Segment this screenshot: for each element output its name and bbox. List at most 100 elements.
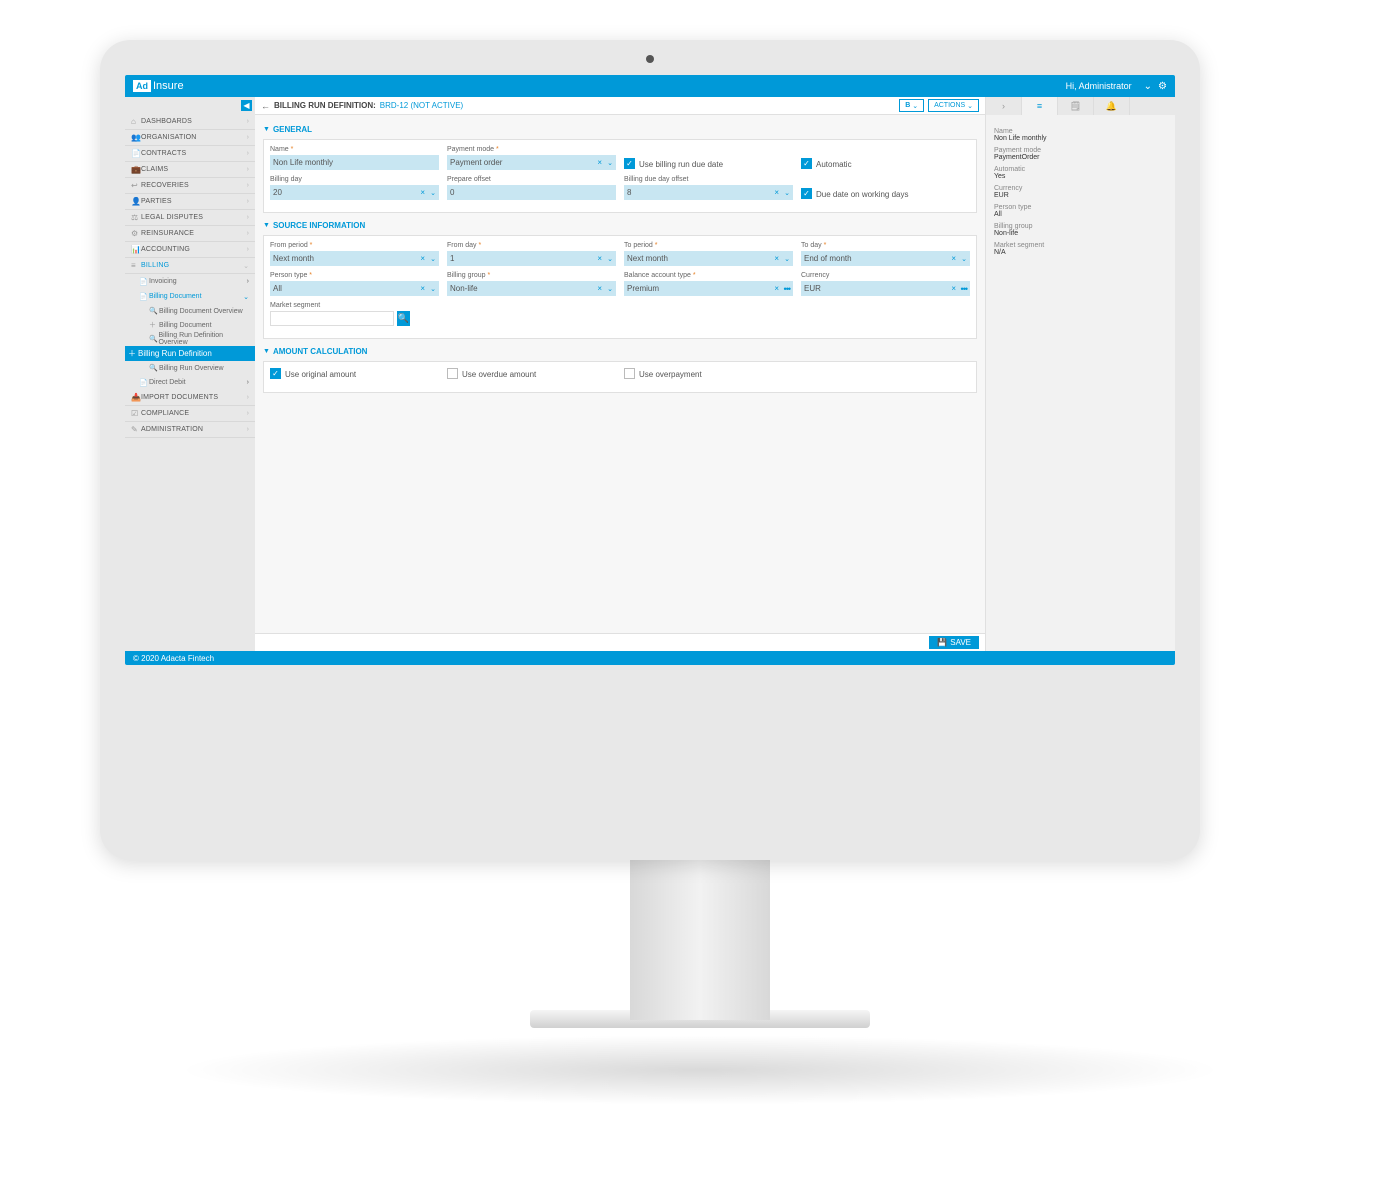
rpanel-tab-notes[interactable]: 🗒 bbox=[1058, 97, 1094, 115]
person-type-select[interactable]: All×⌄ bbox=[270, 281, 439, 296]
chevron-down-icon[interactable]: ⌄ bbox=[607, 255, 613, 263]
prepare-offset-input[interactable] bbox=[447, 185, 616, 200]
chevron-down-icon[interactable]: ⌄ bbox=[607, 285, 613, 293]
rpanel-tab-info[interactable]: ≡ bbox=[1022, 97, 1058, 115]
from-day-select[interactable]: 1×⌄ bbox=[447, 251, 616, 266]
balance-account-select[interactable]: Premium×••• bbox=[624, 281, 793, 296]
market-segment-input[interactable] bbox=[270, 311, 394, 326]
subnav-direct-debit[interactable]: 📄Direct Debit› bbox=[125, 375, 255, 390]
more-icon[interactable]: ••• bbox=[784, 284, 790, 294]
rp-ms-key: Market segment bbox=[994, 242, 1167, 249]
subsub-billing-run-overview[interactable]: 🔍Billing Run Overview bbox=[125, 361, 255, 375]
market-segment-search-button[interactable]: 🔍 bbox=[397, 311, 410, 326]
chevron-down-icon[interactable]: ⌄ bbox=[607, 159, 613, 167]
from-period-label: From period bbox=[270, 242, 439, 249]
save-icon: 💾 bbox=[937, 638, 947, 647]
billing-day-label: Billing day bbox=[270, 176, 439, 183]
top-bar: Ad Insure Hi, Administrator ⌄ ⚙ bbox=[125, 75, 1175, 97]
to-period-select[interactable]: Next month×⌄ bbox=[624, 251, 793, 266]
nav-accounting[interactable]: 📊ACCOUNTING› bbox=[125, 242, 255, 258]
rp-bg-val: Non-life bbox=[994, 230, 1167, 237]
name-input[interactable] bbox=[270, 155, 439, 170]
brand-logo-box: Ad bbox=[133, 80, 151, 92]
to-day-select[interactable]: End of month×⌄ bbox=[801, 251, 970, 266]
subsub-billing-run-definition[interactable]: ＋Billing Run Definition bbox=[125, 346, 255, 361]
nav-parties[interactable]: 👤PARTIES› bbox=[125, 194, 255, 210]
legal-icon: ⚖ bbox=[131, 213, 141, 222]
clear-icon[interactable]: × bbox=[597, 284, 602, 293]
clear-icon[interactable]: × bbox=[774, 284, 779, 293]
subnav-invoicing[interactable]: 📄Invoicing› bbox=[125, 274, 255, 289]
section-amount-header[interactable]: ▼AMOUNT CALCULATION bbox=[263, 347, 977, 356]
page-title: BILLING RUN DEFINITION: bbox=[274, 101, 376, 110]
subsub-billing-run-def-overview[interactable]: 🔍Billing Run Definition Overview bbox=[125, 332, 255, 346]
clear-icon[interactable]: × bbox=[774, 254, 779, 263]
chevron-down-icon[interactable]: ⌄ bbox=[784, 255, 790, 263]
use-overpayment-checkbox[interactable]: ✓ bbox=[624, 368, 635, 379]
nav-administration[interactable]: ✎ADMINISTRATION› bbox=[125, 422, 255, 438]
use-overdue-checkbox[interactable]: ✓ bbox=[447, 368, 458, 379]
clear-icon[interactable]: × bbox=[951, 254, 956, 263]
clear-icon[interactable]: × bbox=[597, 254, 602, 263]
actions-button[interactable]: ACTIONS ⌄ bbox=[928, 99, 979, 112]
clear-icon[interactable]: × bbox=[951, 284, 956, 293]
check-icon: ☑ bbox=[131, 409, 141, 418]
from-period-select[interactable]: Next month×⌄ bbox=[270, 251, 439, 266]
chevron-down-icon[interactable]: ⌄ bbox=[430, 285, 436, 293]
working-days-checkbox[interactable]: ✓ bbox=[801, 188, 812, 199]
nav-import-documents[interactable]: 📥IMPORT DOCUMENTS› bbox=[125, 390, 255, 406]
collapse-sidebar-button[interactable]: ◀ bbox=[241, 100, 252, 111]
subsub-billing-doc-overview[interactable]: 🔍Billing Document Overview bbox=[125, 304, 255, 318]
rpanel-tab-alerts[interactable]: 🔔 bbox=[1094, 97, 1130, 115]
nav-dashboards[interactable]: ⌂DASHBOARDS› bbox=[125, 114, 255, 130]
billing-group-select[interactable]: Non-life×⌄ bbox=[447, 281, 616, 296]
clear-icon[interactable]: × bbox=[774, 188, 779, 197]
clear-icon[interactable]: × bbox=[420, 284, 425, 293]
use-due-date-checkbox[interactable]: ✓ bbox=[624, 158, 635, 169]
nav-compliance[interactable]: ☑COMPLIANCE› bbox=[125, 406, 255, 422]
chevron-down-icon[interactable]: ⌄ bbox=[430, 255, 436, 263]
clear-icon[interactable]: × bbox=[420, 254, 425, 263]
section-general-header[interactable]: ▼GENERAL bbox=[263, 125, 977, 134]
user-greeting[interactable]: Hi, Administrator bbox=[1066, 81, 1132, 91]
back-arrow-icon[interactable]: ← bbox=[261, 101, 270, 111]
search-icon: 🔍 bbox=[149, 364, 159, 372]
subsub-billing-doc[interactable]: ＋Billing Document bbox=[125, 318, 255, 332]
chevron-down-icon[interactable]: ⌄ bbox=[961, 255, 967, 263]
person-type-label: Person type bbox=[270, 272, 439, 279]
rpanel-tab-collapse[interactable]: › bbox=[986, 97, 1022, 115]
home-icon: ⌂ bbox=[131, 117, 141, 126]
to-day-label: To day bbox=[801, 242, 970, 249]
use-original-checkbox[interactable]: ✓ bbox=[270, 368, 281, 379]
save-button[interactable]: 💾SAVE bbox=[929, 636, 979, 649]
payment-mode-select[interactable]: Payment order×⌄ bbox=[447, 155, 616, 170]
clear-icon[interactable]: × bbox=[420, 188, 425, 197]
caret-down-icon: ▼ bbox=[263, 126, 270, 133]
nav-recoveries[interactable]: ↩RECOVERIES› bbox=[125, 178, 255, 194]
automatic-checkbox[interactable]: ✓ bbox=[801, 158, 812, 169]
chevron-down-icon[interactable]: ⌄ bbox=[430, 189, 436, 197]
nav-claims[interactable]: 💼CLAIMS› bbox=[125, 162, 255, 178]
rp-bg-key: Billing group bbox=[994, 223, 1167, 230]
rp-pm-val: PaymentOrder bbox=[994, 154, 1167, 161]
settings-gear-icon[interactable]: ⚙ bbox=[1158, 81, 1167, 92]
nav-organisation[interactable]: 👥ORGANISATION› bbox=[125, 130, 255, 146]
nav-legal[interactable]: ⚖LEGAL DISPUTES› bbox=[125, 210, 255, 226]
subnav-billing-document[interactable]: 📄Billing Document⌄ bbox=[125, 289, 255, 304]
plus-icon: ＋ bbox=[149, 320, 159, 330]
more-icon[interactable]: ••• bbox=[961, 284, 967, 294]
monitor-frame: Ad Insure Hi, Administrator ⌄ ⚙ ◀ ⌂DASHB… bbox=[100, 40, 1200, 860]
nav-billing[interactable]: ≡BILLING⌄ bbox=[125, 258, 255, 274]
bold-toggle-button[interactable]: B ⌄ bbox=[899, 99, 924, 112]
currency-select[interactable]: EUR×••• bbox=[801, 281, 970, 296]
left-sidebar: ◀ ⌂DASHBOARDS› 👥ORGANISATION› 📄CONTRACTS… bbox=[125, 97, 255, 651]
user-menu-chevron-icon[interactable]: ⌄ bbox=[1144, 81, 1152, 92]
amount-panel: ✓Use original amount ✓Use overdue amount… bbox=[263, 361, 977, 393]
clear-icon[interactable]: × bbox=[597, 158, 602, 167]
due-offset-select[interactable]: 8×⌄ bbox=[624, 185, 793, 200]
nav-contracts[interactable]: 📄CONTRACTS› bbox=[125, 146, 255, 162]
billing-day-select[interactable]: 20×⌄ bbox=[270, 185, 439, 200]
nav-reinsurance[interactable]: ⚙REINSURANCE› bbox=[125, 226, 255, 242]
chevron-down-icon[interactable]: ⌄ bbox=[784, 189, 790, 197]
section-source-header[interactable]: ▼SOURCE INFORMATION bbox=[263, 221, 977, 230]
